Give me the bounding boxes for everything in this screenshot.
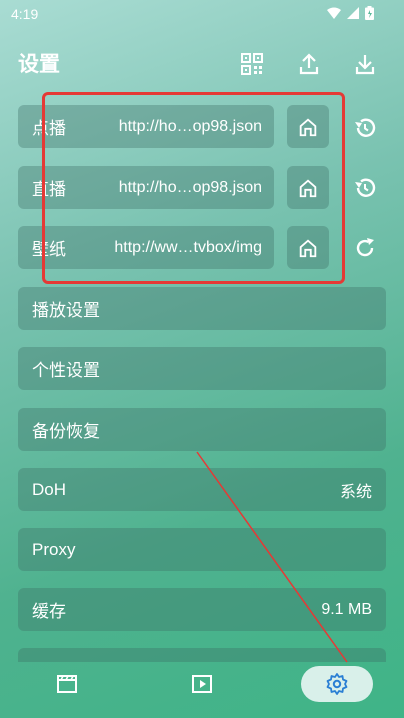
annotation-arrow-line (196, 451, 348, 663)
nav-settings-icon[interactable] (323, 670, 351, 698)
nav-live-icon[interactable] (188, 670, 216, 698)
bottom-navigation (0, 656, 404, 718)
nav-movies-icon[interactable] (53, 670, 81, 698)
